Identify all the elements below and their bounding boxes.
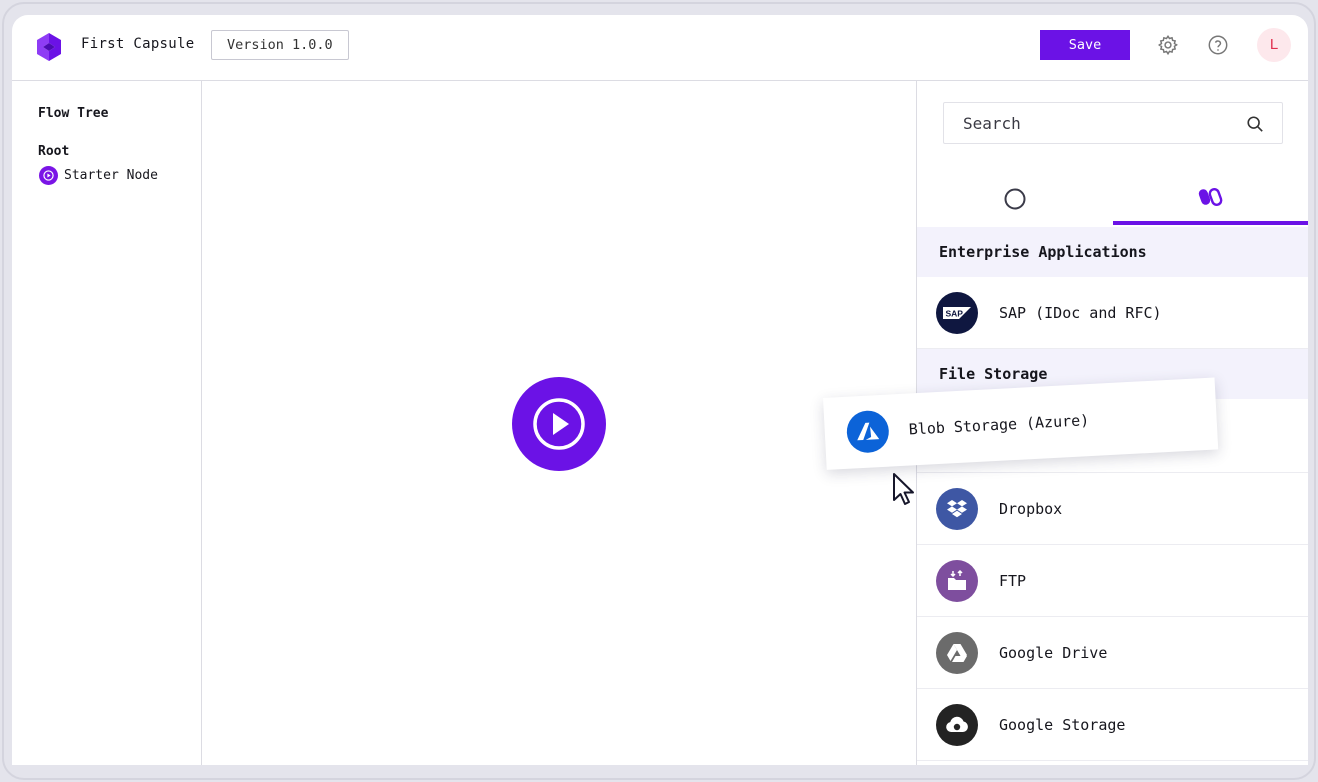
- starter-node[interactable]: [512, 377, 606, 471]
- tree-item-label: Starter Node: [64, 168, 158, 183]
- connector-label: FTP: [999, 571, 1027, 590]
- user-avatar[interactable]: L: [1257, 28, 1291, 62]
- help-icon[interactable]: [1207, 34, 1229, 56]
- top-header: First Capsule Version 1.0.0 Save L: [12, 15, 1308, 81]
- tab-connectors[interactable]: [1113, 173, 1308, 225]
- search-box: [943, 102, 1283, 144]
- tree-item-starter-node[interactable]: Starter Node: [39, 166, 158, 185]
- mouse-cursor-icon: [893, 473, 914, 505]
- flow-canvas[interactable]: [202, 81, 916, 765]
- category-enterprise-applications: Enterprise Applications: [917, 227, 1308, 277]
- connector-ftp[interactable]: FTP: [917, 545, 1308, 617]
- connector-label: SAP (IDoc and RFC): [999, 303, 1162, 322]
- connector-google-drive[interactable]: Google Drive: [917, 617, 1308, 689]
- play-icon: [533, 398, 585, 450]
- google-drive-icon: [936, 631, 978, 674]
- search-input[interactable]: [944, 103, 1282, 143]
- sap-icon: SAP: [936, 291, 978, 334]
- flow-tree-panel: Flow Tree Root Starter Node: [12, 81, 202, 765]
- connector-sap[interactable]: SAP SAP (IDoc and RFC): [917, 277, 1308, 349]
- connector-dropbox[interactable]: Dropbox: [917, 473, 1308, 545]
- panel-tabs: [917, 173, 1308, 225]
- connector-label: Google Drive: [999, 643, 1108, 662]
- tree-root-label[interactable]: Root: [38, 144, 69, 159]
- gear-icon[interactable]: [1157, 34, 1179, 56]
- dragged-connector-label: Blob Storage (Azure): [908, 411, 1090, 439]
- cloud-icon: [936, 703, 978, 746]
- tab-nodes[interactable]: [917, 173, 1113, 225]
- play-circle-icon: [39, 166, 58, 185]
- connector-label: Google Storage: [999, 715, 1126, 734]
- azure-icon: [845, 409, 890, 454]
- app-title: First Capsule: [81, 36, 195, 52]
- capsule-logo-icon: [37, 33, 61, 61]
- connector-label: Dropbox: [999, 499, 1063, 518]
- folder-transfer-icon: [936, 559, 978, 602]
- capsules-icon: [1198, 188, 1223, 206]
- save-button[interactable]: Save: [1040, 30, 1130, 60]
- search-icon[interactable]: [1246, 115, 1264, 133]
- svg-text:SAP: SAP: [946, 308, 964, 318]
- connector-google-storage[interactable]: Google Storage: [917, 689, 1308, 761]
- dropbox-icon: [936, 487, 978, 530]
- flow-tree-title: Flow Tree: [38, 106, 109, 121]
- circle-icon: [1004, 188, 1026, 210]
- version-badge[interactable]: Version 1.0.0: [211, 30, 349, 60]
